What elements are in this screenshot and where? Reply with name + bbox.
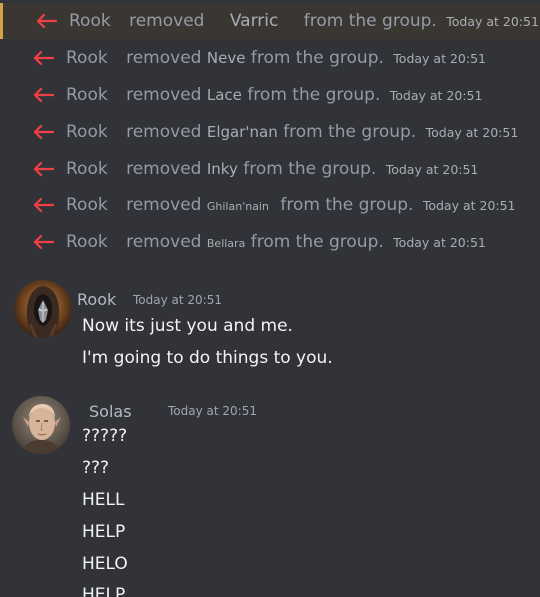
- system-message[interactable]: Rook removed Neve from the group. Today …: [0, 40, 540, 76]
- system-message-text: Rook removed Elgar'nan from the group. T…: [66, 121, 518, 144]
- message-text: I'm going to do things to you.: [82, 348, 333, 368]
- author-name[interactable]: Solas: [89, 402, 132, 422]
- left-arrow-icon: [36, 13, 57, 29]
- system-message[interactable]: Rook removed Lace from the group. Today …: [0, 77, 540, 113]
- message-text: HELL: [82, 490, 125, 510]
- system-message-text: Rook removed Ghilan'nain from the group.…: [66, 194, 516, 218]
- action-suffix: from the group.: [243, 159, 377, 179]
- action-verb: removed: [126, 232, 202, 252]
- timestamp: Today at 20:51: [425, 125, 519, 140]
- hooded-figure-avatar-image: [14, 280, 72, 338]
- bald-elf-avatar-image: [12, 396, 70, 454]
- avatar[interactable]: [14, 280, 72, 338]
- target-name[interactable]: Ghilan'nain: [207, 200, 269, 213]
- target-name[interactable]: Elgar'nan: [207, 123, 278, 141]
- action-verb: removed: [126, 48, 202, 68]
- message-group: Solas Today at 20:51 ????? ??? HELL HELP…: [0, 392, 540, 597]
- action-suffix: from the group.: [250, 48, 384, 68]
- target-name[interactable]: Bellara: [207, 237, 245, 250]
- system-message[interactable]: Rook removed Varric from the group. Toda…: [0, 3, 540, 39]
- actor-name[interactable]: Rook: [66, 159, 108, 179]
- actor-name[interactable]: Rook: [66, 122, 108, 142]
- action-verb: removed: [126, 122, 202, 142]
- left-arrow-icon: [33, 124, 54, 140]
- left-arrow-icon: [33, 234, 54, 250]
- system-message[interactable]: Rook removed Ghilan'nain from the group.…: [0, 187, 540, 223]
- actor-name[interactable]: Rook: [66, 85, 108, 105]
- action-suffix: from the group.: [250, 232, 384, 252]
- action-verb: removed: [126, 159, 202, 179]
- system-message-text: Rook removed Bellara from the group. Tod…: [66, 231, 486, 255]
- timestamp: Today at 20:51: [393, 235, 486, 250]
- action-verb: removed: [126, 85, 202, 105]
- target-name[interactable]: Varric: [230, 11, 278, 31]
- target-name[interactable]: Lace: [207, 86, 242, 104]
- action-verb: removed: [129, 11, 205, 31]
- message-text: HELO: [82, 554, 128, 574]
- action-suffix: from the group.: [303, 11, 437, 31]
- chat-messages: Rook removed Varric from the group. Toda…: [0, 0, 540, 597]
- system-message-text: Rook removed Inky from the group. Today …: [66, 158, 478, 181]
- timestamp: Today at 20:51: [393, 51, 486, 66]
- action-verb: removed: [126, 195, 202, 215]
- message-text: ???: [82, 458, 110, 478]
- timestamp: Today at 20:51: [446, 14, 539, 29]
- left-arrow-icon: [33, 197, 54, 213]
- actor-name[interactable]: Rook: [66, 195, 108, 215]
- actor-name[interactable]: Rook: [66, 48, 108, 68]
- system-message[interactable]: Rook removed Inky from the group. Today …: [0, 151, 540, 187]
- action-suffix: from the group.: [283, 122, 417, 142]
- avatar[interactable]: [12, 396, 70, 454]
- target-name[interactable]: Inky: [207, 160, 238, 178]
- actor-name[interactable]: Rook: [66, 232, 108, 252]
- action-suffix: from the group.: [247, 85, 381, 105]
- target-name[interactable]: Neve: [207, 49, 246, 67]
- system-message-text: Rook removed Varric from the group. Toda…: [69, 10, 539, 33]
- message-text: HELP: [82, 585, 126, 597]
- message-text: ?????: [82, 426, 128, 446]
- system-message-text: Rook removed Neve from the group. Today …: [66, 47, 486, 70]
- system-message[interactable]: Rook removed Elgar'nan from the group. T…: [0, 114, 540, 150]
- message-group: Rook Today at 20:51 Now its just you and…: [0, 278, 540, 378]
- left-arrow-icon: [33, 161, 54, 177]
- message-text: Now its just you and me.: [82, 316, 293, 336]
- message-timestamp: Today at 20:51: [168, 404, 257, 418]
- left-arrow-icon: [33, 50, 54, 66]
- system-message[interactable]: Rook removed Bellara from the group. Tod…: [0, 224, 540, 260]
- action-suffix: from the group.: [280, 195, 414, 215]
- left-arrow-icon: [33, 87, 54, 103]
- author-name[interactable]: Rook: [77, 290, 116, 310]
- timestamp: Today at 20:51: [422, 198, 516, 213]
- timestamp: Today at 20:51: [385, 162, 479, 177]
- timestamp: Today at 20:51: [389, 88, 483, 103]
- system-message-text: Rook removed Lace from the group. Today …: [66, 84, 482, 107]
- message-timestamp: Today at 20:51: [133, 293, 222, 307]
- message-text: HELP: [82, 522, 126, 542]
- actor-name[interactable]: Rook: [69, 11, 111, 31]
